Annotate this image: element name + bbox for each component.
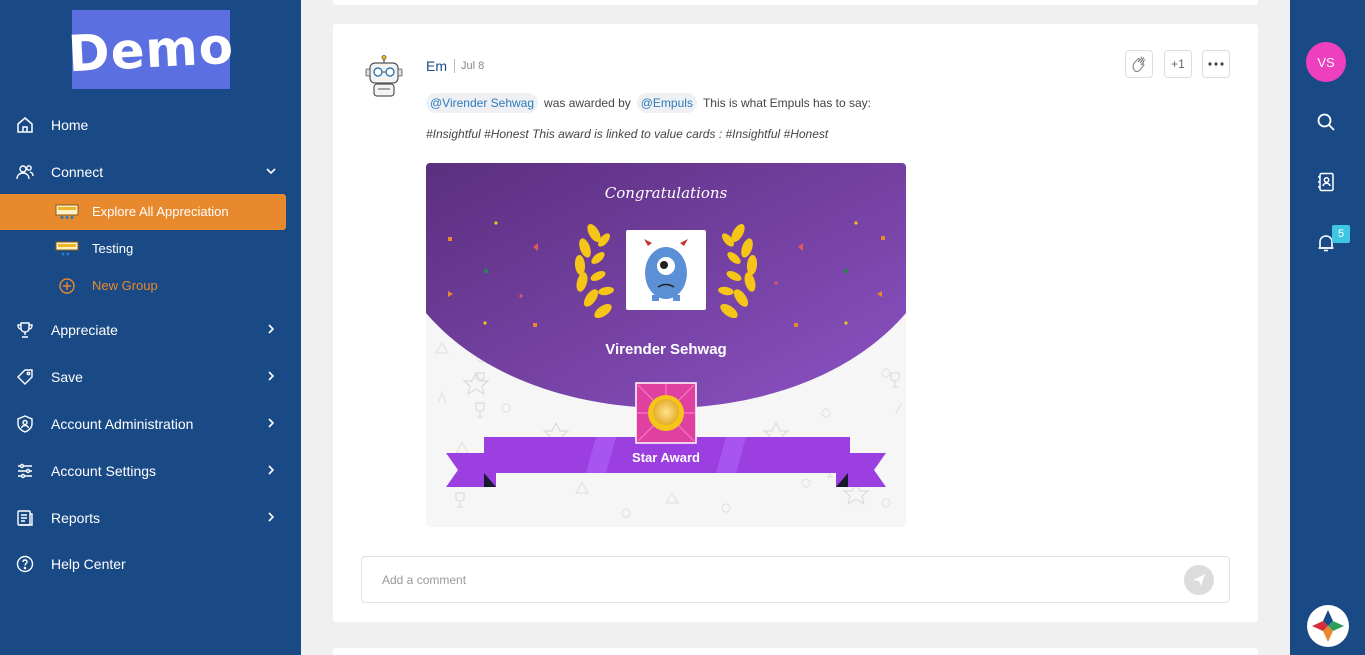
chevron-right-icon [268, 512, 275, 522]
users-icon [16, 165, 34, 180]
plus-one-button[interactable]: +1 [1164, 50, 1192, 78]
feed-post-card: Em Jul 8 +1 @Virender Sehwag was awarded… [333, 24, 1258, 622]
user-avatar[interactable]: VS [1306, 42, 1346, 82]
brand-logo[interactable]: Demo [67, 10, 235, 89]
post-author[interactable]: Em [426, 58, 447, 74]
sidebar-item-label: Appreciate [51, 322, 118, 338]
shield-user-icon [17, 415, 33, 433]
sidebar-item-label: Home [51, 117, 89, 133]
left-sidebar: Demo Home Connect Explore All Appreciati… [0, 0, 301, 655]
comment-input[interactable] [362, 557, 1229, 602]
app-logo-button[interactable] [1307, 605, 1349, 647]
recipient-name: Virender Sehwag [605, 341, 726, 358]
sliders-icon [18, 463, 32, 479]
sidebar-item-save[interactable]: Save [0, 359, 301, 395]
home-icon [17, 117, 33, 133]
group-banner-icon [55, 241, 79, 256]
sidebar-item-label: Help Center [51, 556, 126, 572]
chevron-down-icon [266, 168, 276, 175]
clap-icon [1132, 56, 1146, 73]
sidebar-subitem-new-group[interactable]: New Group [0, 268, 286, 304]
sidebar-item-account-administration[interactable]: Account Administration [0, 406, 301, 442]
plus-circle-icon [59, 278, 75, 294]
send-comment-button[interactable] [1184, 565, 1214, 595]
trophy-icon [17, 322, 33, 338]
post-date: Jul 8 [461, 60, 485, 72]
award-card-graphic: Congratulations Virender Sehwag Star Awa… [426, 163, 906, 518]
awarded-by-text: was awarded by [544, 96, 631, 110]
sidebar-item-reports[interactable]: Reports [0, 500, 301, 536]
sidebar-item-help-center[interactable]: Help Center [0, 546, 301, 582]
giver-mention[interactable]: @Empuls [636, 93, 697, 113]
sidebar-subitem-testing[interactable]: Testing [0, 231, 286, 267]
divider [454, 59, 455, 73]
search-icon[interactable] [1316, 112, 1336, 132]
congratulations-text: Congratulations [605, 184, 728, 202]
app-logo-icon [1312, 610, 1344, 642]
chevron-right-icon [268, 418, 275, 428]
author-avatar[interactable] [361, 54, 407, 100]
chevron-right-icon [268, 465, 275, 475]
sidebar-item-label: Connect [51, 164, 104, 180]
notification-count-badge: 5 [1332, 225, 1350, 243]
tag-icon [17, 369, 33, 385]
comment-box [361, 556, 1230, 603]
contacts-icon[interactable] [1316, 172, 1336, 192]
previous-feed-card [333, 0, 1258, 5]
group-banner-icon [55, 204, 79, 219]
more-horizontal-icon [1208, 62, 1224, 66]
more-options-button[interactable] [1202, 50, 1230, 78]
hashtag-line: #Insightful #Honest This award is linked… [426, 127, 829, 141]
award-message-text: This is what Empuls has to say: [702, 96, 872, 110]
sidebar-item-label: Account Administration [51, 416, 194, 432]
sidebar-item-account-settings[interactable]: Account Settings [0, 453, 301, 489]
clap-button[interactable] [1125, 50, 1153, 78]
chevron-right-icon [268, 324, 275, 334]
sidebar-subitem-label: Explore All Appreciation [92, 204, 229, 219]
award-name: Star Award [632, 450, 700, 465]
sidebar-item-label: Account Settings [51, 463, 157, 479]
sidebar-subitem-label: Testing [92, 241, 134, 256]
sidebar-item-appreciate[interactable]: Appreciate [0, 312, 301, 348]
report-icon [17, 510, 33, 526]
sidebar-item-home[interactable]: Home [0, 107, 301, 143]
next-feed-card [333, 648, 1258, 655]
sidebar-item-connect[interactable]: Connect [0, 154, 301, 190]
recipient-mention[interactable]: @Virender Sehwag [426, 93, 539, 113]
award-message-line: @Virender Sehwag was awarded by @Empuls … [426, 93, 871, 113]
award-card: Congratulations Virender Sehwag Star Awa… [426, 163, 906, 527]
sidebar-subitem-label: New Group [92, 278, 158, 293]
sidebar-subitem-explore-all-appreciation[interactable]: Explore All Appreciation [0, 194, 286, 230]
right-sidebar: VS 5 [1290, 0, 1365, 655]
send-icon [1193, 574, 1205, 586]
sidebar-item-label: Save [51, 369, 83, 385]
help-icon [16, 555, 34, 573]
sidebar-item-label: Reports [51, 510, 101, 526]
chevron-right-icon [268, 371, 275, 381]
brand-logo-text: Demo [66, 16, 236, 83]
